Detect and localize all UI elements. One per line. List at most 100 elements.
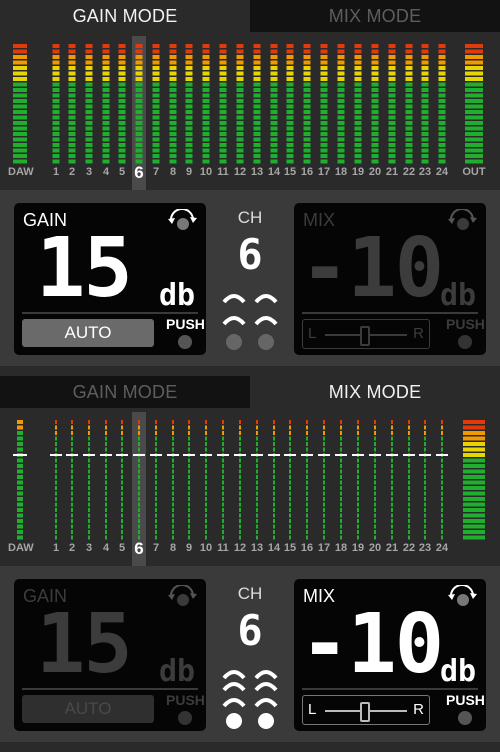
meter-segment [408, 464, 410, 468]
meter-segment [88, 436, 90, 441]
meter-segment [357, 530, 359, 534]
push-button[interactable] [458, 711, 472, 725]
meter-segment [354, 60, 362, 65]
tab-gain-mode[interactable]: GAIN MODE [0, 0, 250, 32]
meter-segment [152, 49, 160, 54]
mix-box[interactable]: MIX -10 db L R PUSH [294, 203, 486, 355]
meter-segment [205, 431, 207, 435]
meter-segment [102, 82, 110, 87]
meter-segment [169, 44, 177, 48]
fader-meters [13, 420, 485, 540]
meter-segment [465, 82, 483, 87]
tab-gain-mode[interactable]: GAIN MODE [0, 376, 250, 408]
meter-segment [152, 55, 160, 59]
meter-segment [121, 469, 123, 474]
gain-box[interactable]: GAIN 15 db AUTO PUSH [14, 579, 206, 731]
auto-button[interactable]: AUTO [22, 319, 154, 347]
meter-segment [286, 99, 294, 103]
meter-segment [118, 93, 126, 98]
meter-segment [371, 115, 379, 120]
meter-segment [169, 154, 177, 158]
meter-segment [289, 508, 291, 512]
output-meter-segment [463, 524, 485, 529]
meter-segment [421, 110, 429, 114]
pan-thumb[interactable] [360, 702, 370, 722]
tab-mix-mode[interactable]: MIX MODE [250, 376, 500, 408]
output-meter-segment [463, 486, 485, 490]
meter-segment [239, 442, 241, 446]
meter-segment [253, 88, 261, 92]
meter-segment [388, 77, 396, 81]
meter-segment [138, 480, 140, 485]
pan-thumb[interactable] [360, 326, 370, 346]
meter-segment [52, 88, 60, 92]
push-button[interactable] [458, 335, 472, 349]
meter-segment [337, 49, 345, 54]
meter-segment [256, 502, 258, 507]
gain-box[interactable]: GAIN 15 db AUTO PUSH [14, 203, 206, 355]
meter-segment [205, 513, 207, 518]
meter-segment [239, 447, 241, 452]
meter-segment [371, 66, 379, 70]
pan-right-label: R [413, 701, 424, 718]
channel-label[interactable]: DAW [8, 542, 34, 554]
meter-segment [303, 110, 311, 114]
channel-label[interactable]: 24 [430, 542, 454, 554]
meter-segment [465, 126, 483, 131]
meter-segment [13, 104, 27, 109]
pan-slider[interactable]: L R [302, 695, 430, 725]
meter-segment [323, 469, 325, 474]
meter-segment [323, 530, 325, 534]
meter-segment [185, 115, 193, 120]
meter-segment [273, 508, 275, 512]
gain-unit: db [159, 654, 196, 689]
meter-segment [202, 99, 210, 103]
meter-segment [55, 480, 57, 485]
push-button[interactable] [178, 711, 192, 725]
meter-segment [202, 159, 210, 164]
meter-segment [219, 121, 227, 125]
meter-segment [388, 110, 396, 114]
meter-segment [155, 458, 157, 463]
meter-segment [155, 469, 157, 474]
mix-box[interactable]: MIX -10 db L R PUSH [294, 579, 486, 731]
channel-label[interactable]: OUT [462, 166, 486, 178]
meter-segment [68, 154, 76, 158]
meter-segment [465, 77, 483, 81]
meter-segment [222, 508, 224, 512]
meter-segment [185, 49, 193, 54]
meter-segment [408, 458, 410, 463]
meter-segment [421, 99, 429, 103]
meter-segment [71, 475, 73, 479]
meter-segment [202, 137, 210, 142]
channel-label[interactable]: DAW [8, 166, 34, 178]
push-label: PUSH [446, 692, 485, 708]
meter-segment [323, 480, 325, 485]
auto-button[interactable]: AUTO [22, 695, 154, 723]
push-label: PUSH [166, 692, 205, 708]
meter-segment [239, 480, 241, 485]
meter-segment [273, 425, 275, 430]
meter-segment [102, 104, 110, 109]
meter-segment [421, 154, 429, 158]
meter-segment [118, 82, 126, 87]
push-button[interactable] [178, 335, 192, 349]
meter-segment [172, 519, 174, 523]
meter-segment [169, 49, 177, 54]
meter-segment [306, 508, 308, 512]
tab-mix-mode[interactable]: MIX MODE [250, 0, 500, 32]
meter-segment [135, 77, 143, 81]
meter-segment [172, 420, 174, 424]
pan-slider[interactable]: L R [302, 319, 430, 349]
channel-label[interactable]: 24 [430, 166, 454, 178]
meter-segment [55, 519, 57, 523]
meter-segment [371, 121, 379, 125]
meter-segment [424, 508, 426, 512]
meter-segment [354, 159, 362, 164]
mix-value: -10 [300, 597, 444, 692]
meter-segment [374, 431, 376, 435]
meter-segment [438, 66, 446, 70]
meter-segment [121, 524, 123, 529]
meter-segment [68, 115, 76, 120]
meter-segment [188, 513, 190, 518]
